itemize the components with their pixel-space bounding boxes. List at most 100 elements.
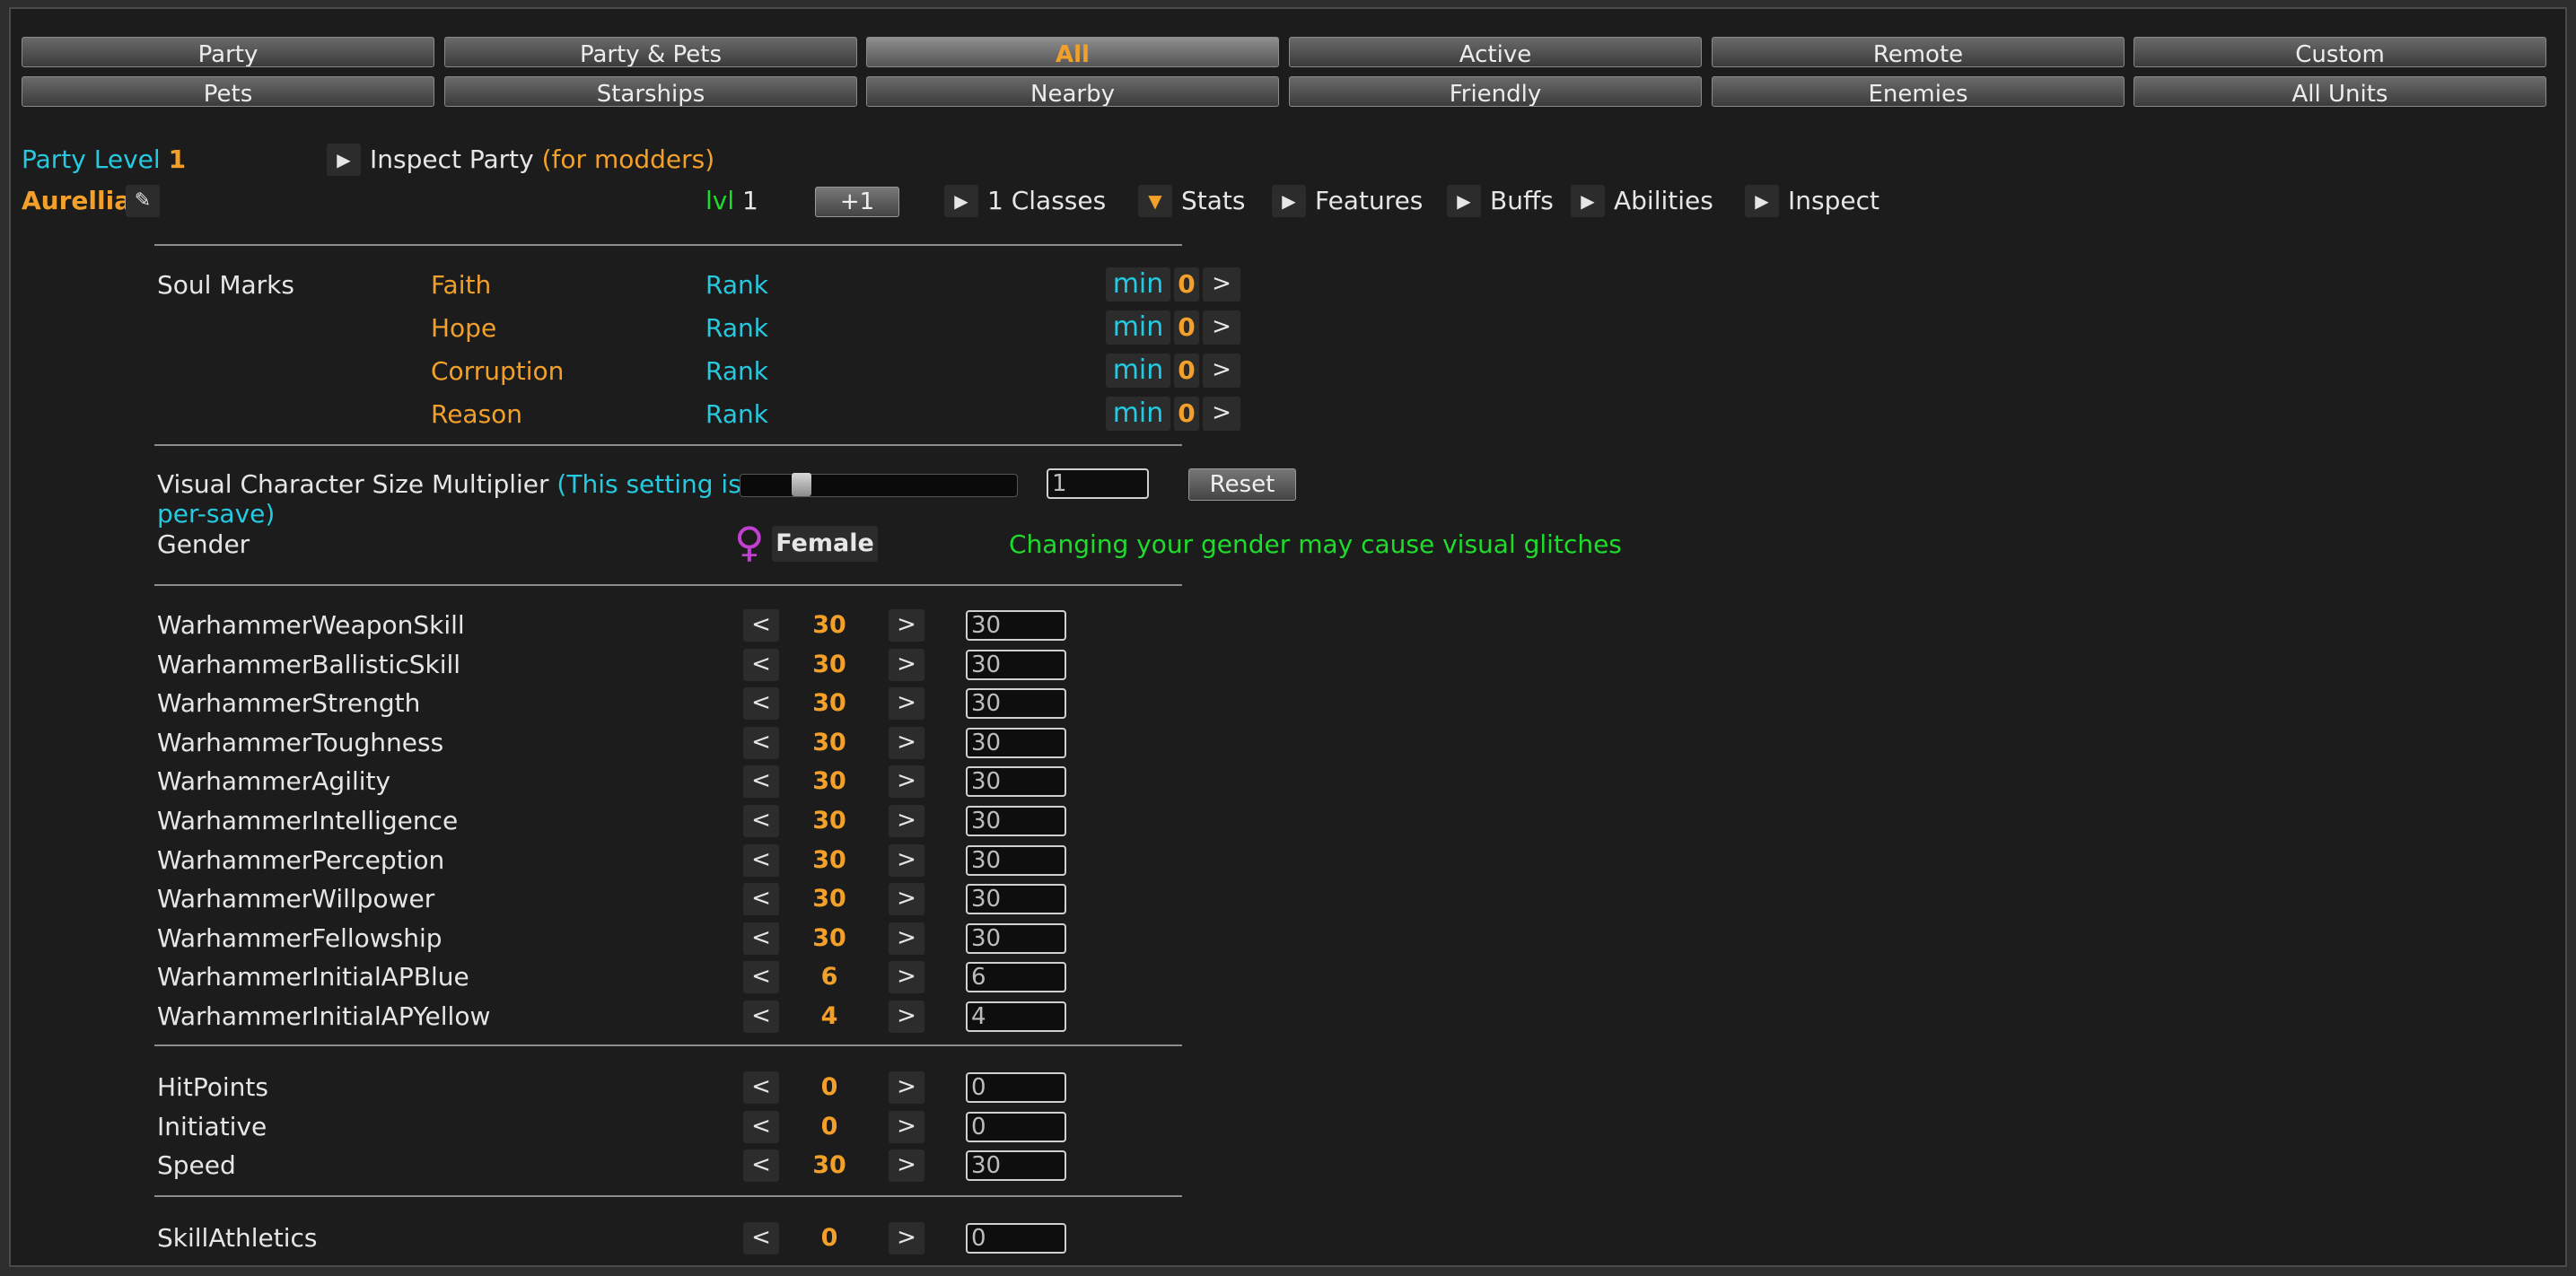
soul-mark-hope-next-button[interactable]: >	[1203, 310, 1240, 345]
stats-toggle-label[interactable]: Stats	[1181, 186, 1245, 216]
rename-pencil-icon[interactable]: ✎	[126, 185, 160, 217]
soul-mark-hope-min-button[interactable]: min	[1106, 310, 1170, 345]
stat-warhammerballisticskill-decrease-button[interactable]: <	[743, 648, 779, 681]
stat-initiative-input[interactable]	[966, 1111, 1066, 1142]
slider-handle[interactable]	[792, 473, 811, 496]
stat-initiative-label: Initiative	[157, 1111, 267, 1141]
stat-warhammerinitialapblue-increase-button[interactable]: >	[889, 961, 924, 994]
stat-warhammerperception-decrease-button[interactable]: <	[743, 843, 779, 877]
tab-active[interactable]: Active	[1289, 37, 1702, 67]
stat-warhammerwillpower-input[interactable]	[966, 884, 1066, 915]
gender-toggle-button[interactable]: Female	[772, 526, 878, 562]
soul-mark-corruption-name: Corruption	[431, 356, 565, 386]
tab-pets[interactable]: Pets	[22, 76, 434, 107]
stat-warhammerballisticskill-input[interactable]	[966, 649, 1066, 680]
section-divider	[154, 584, 1182, 586]
stat-warhammerperception-label: WarhammerPerception	[157, 844, 445, 875]
stat-warhammeragility-input[interactable]	[966, 766, 1066, 798]
tab-all-units[interactable]: All Units	[2134, 76, 2546, 107]
soul-mark-reason-value: 0	[1174, 397, 1199, 431]
tab-starships[interactable]: Starships	[444, 76, 857, 107]
stat-warhammerinitialapblue-decrease-button[interactable]: <	[743, 961, 779, 994]
stat-warhammerintelligence-input[interactable]	[966, 806, 1066, 836]
stat-warhammertoughness-decrease-button[interactable]: <	[743, 726, 779, 759]
tab-all[interactable]: All	[866, 37, 1279, 67]
stat-warhammerinitialapblue-input[interactable]	[966, 962, 1066, 993]
soul-mark-reason-next-button[interactable]: >	[1203, 397, 1240, 431]
stat-skillathletics-value: 0	[820, 1224, 838, 1252]
stats-toggle-icon[interactable]: ▼	[1138, 185, 1172, 217]
stat-skillathletics-input[interactable]	[966, 1223, 1066, 1254]
stat-warhammerweaponskill-input[interactable]	[966, 610, 1066, 641]
tab-nearby[interactable]: Nearby	[866, 76, 1279, 107]
size-multiplier-slider[interactable]	[740, 473, 1018, 497]
buffs-toggle-icon[interactable]: ▶	[1447, 185, 1481, 217]
soul-mark-faith-name: Faith	[431, 270, 492, 300]
soul-mark-reason-min-button[interactable]: min	[1106, 397, 1170, 431]
stat-warhammerstrength-value: 30	[812, 689, 846, 718]
tab-party[interactable]: Party	[22, 37, 434, 67]
stat-speed-label: Speed	[157, 1150, 236, 1181]
stat-hitpoints-input[interactable]	[966, 1072, 1066, 1103]
buffs-toggle-label[interactable]: Buffs	[1490, 186, 1554, 216]
stat-warhammerperception-increase-button[interactable]: >	[889, 843, 924, 877]
stat-speed-input[interactable]	[966, 1150, 1066, 1182]
stat-warhammerwillpower-increase-button[interactable]: >	[889, 883, 924, 916]
stat-initiative-decrease-button[interactable]: <	[743, 1110, 779, 1143]
female-symbol-icon: ♀	[734, 518, 765, 566]
stat-hitpoints-increase-button[interactable]: >	[889, 1071, 924, 1104]
stat-warhammerperception-input[interactable]	[966, 844, 1066, 876]
stat-warhammertoughness-increase-button[interactable]: >	[889, 726, 924, 759]
stat-hitpoints-decrease-button[interactable]: <	[743, 1071, 779, 1104]
party-level-value: 1	[168, 144, 187, 174]
tab-enemies[interactable]: Enemies	[1712, 76, 2125, 107]
abilities-toggle-label[interactable]: Abilities	[1614, 186, 1713, 216]
stat-warhammerinitialapyellow-input[interactable]	[966, 1001, 1066, 1032]
stat-speed-increase-button[interactable]: >	[889, 1149, 924, 1183]
stat-warhammeragility-increase-button[interactable]: >	[889, 765, 924, 799]
stat-warhammerweaponskill-increase-button[interactable]: >	[889, 609, 924, 642]
stat-warhammerweaponskill-decrease-button[interactable]: <	[743, 609, 779, 642]
inspect-party-label[interactable]: Inspect Party (for modders)	[370, 144, 714, 175]
stat-warhammerstrength-increase-button[interactable]: >	[889, 687, 924, 721]
stat-warhammerballisticskill-increase-button[interactable]: >	[889, 648, 924, 681]
tab-custom[interactable]: Custom	[2134, 37, 2546, 67]
stat-warhammerfellowship-input[interactable]	[966, 922, 1066, 954]
party-level-text: Party Level	[22, 144, 161, 174]
stat-warhammeragility-decrease-button[interactable]: <	[743, 765, 779, 799]
stat-warhammerwillpower-decrease-button[interactable]: <	[743, 883, 779, 916]
stat-hitpoints-value: 0	[820, 1073, 838, 1101]
soul-mark-faith-min-button[interactable]: min	[1106, 267, 1170, 302]
abilities-toggle-icon[interactable]: ▶	[1571, 185, 1605, 217]
stat-initiative-increase-button[interactable]: >	[889, 1110, 924, 1143]
stat-warhammerfellowship-value: 30	[812, 923, 846, 952]
stat-warhammerstrength-input[interactable]	[966, 688, 1066, 720]
classes-toggle-icon[interactable]: ▶	[944, 185, 978, 217]
soul-mark-faith-next-button[interactable]: >	[1203, 267, 1240, 302]
inspect-toggle-icon[interactable]: ▶	[1745, 185, 1779, 217]
tab-party-pets[interactable]: Party & Pets	[444, 37, 857, 67]
stat-warhammerfellowship-increase-button[interactable]: >	[889, 922, 924, 955]
stat-warhammertoughness-input[interactable]	[966, 727, 1066, 758]
inspect-toggle-label[interactable]: Inspect	[1788, 186, 1879, 216]
level-up-button[interactable]: +1	[815, 187, 899, 217]
stat-skillathletics-increase-button[interactable]: >	[889, 1222, 924, 1254]
soul-mark-corruption-min-button[interactable]: min	[1106, 354, 1170, 388]
tab-remote[interactable]: Remote	[1712, 37, 2125, 67]
stat-warhammerintelligence-increase-button[interactable]: >	[889, 805, 924, 837]
reset-size-button[interactable]: Reset	[1188, 468, 1296, 501]
tab-friendly[interactable]: Friendly	[1289, 76, 1702, 107]
stat-warhammerinitialapyellow-increase-button[interactable]: >	[889, 1001, 924, 1033]
features-toggle-icon[interactable]: ▶	[1272, 185, 1306, 217]
stat-skillathletics-decrease-button[interactable]: <	[743, 1222, 779, 1254]
features-toggle-label[interactable]: Features	[1315, 186, 1423, 216]
stat-warhammerintelligence-decrease-button[interactable]: <	[743, 805, 779, 837]
stat-warhammerfellowship-decrease-button[interactable]: <	[743, 922, 779, 955]
stat-speed-decrease-button[interactable]: <	[743, 1149, 779, 1183]
stat-warhammerinitialapyellow-decrease-button[interactable]: <	[743, 1001, 779, 1033]
classes-toggle-label[interactable]: 1 Classes	[987, 186, 1106, 216]
soul-mark-corruption-next-button[interactable]: >	[1203, 354, 1240, 388]
inspect-party-toggle[interactable]: ▶	[327, 144, 361, 176]
size-multiplier-input[interactable]	[1047, 468, 1149, 499]
stat-warhammerstrength-decrease-button[interactable]: <	[743, 687, 779, 721]
